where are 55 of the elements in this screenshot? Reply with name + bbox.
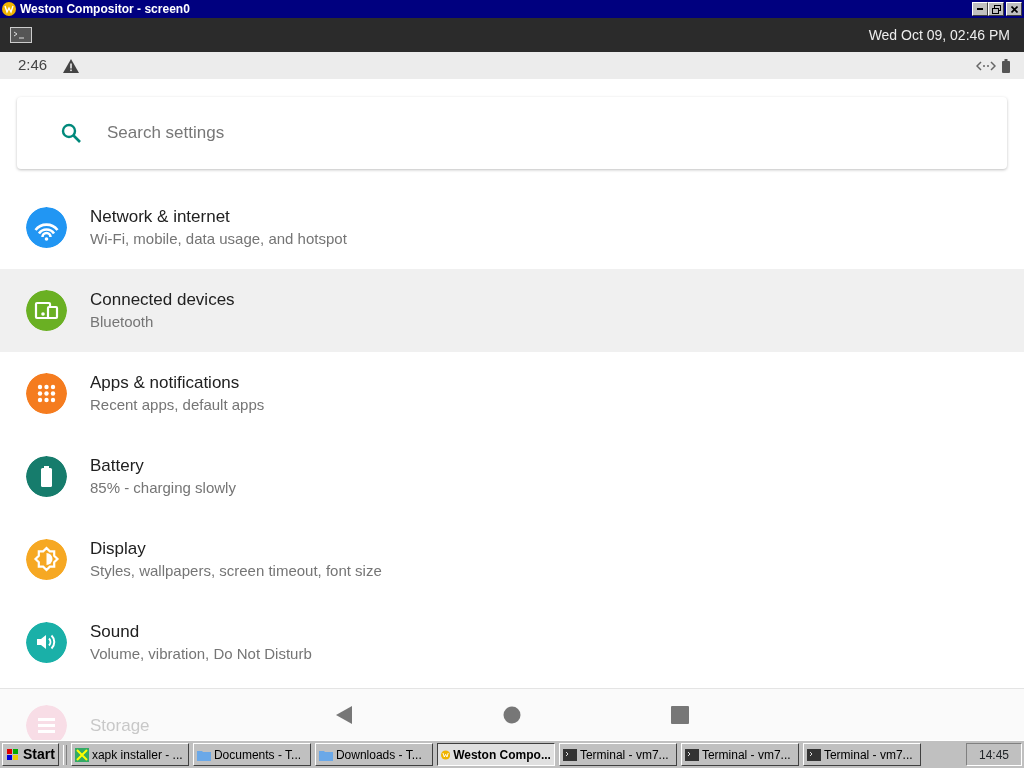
minimize-icon	[977, 8, 983, 10]
terminal-icon[interactable]	[10, 27, 32, 43]
ethernet-icon	[976, 59, 996, 72]
close-icon	[1010, 5, 1018, 13]
item-title: Connected devices	[90, 288, 235, 311]
warning-icon	[63, 58, 80, 73]
close-button[interactable]	[1006, 2, 1022, 16]
home-icon	[503, 705, 521, 724]
item-title: Battery	[90, 454, 145, 477]
back-button[interactable]	[335, 704, 353, 725]
taskbar-button[interactable]: Terminal - vm7...	[558, 743, 677, 766]
terminal-icon	[562, 747, 577, 762]
logo-icon	[6, 747, 20, 762]
search-field[interactable]: Search settings	[105, 119, 1007, 147]
taskbar-button[interactable]: Documents - T...	[192, 743, 311, 766]
item-title: Network & internet	[90, 205, 231, 228]
settings-item[interactable]: Display Styles, wallpapers, screen timeout, font size	[0, 518, 1024, 601]
restore-icon	[991, 4, 1001, 14]
item-subtitle: Volume, vibration, Do Not Disturb	[90, 643, 312, 664]
settings-item[interactable]: Apps & notifications Recent apps, default apps	[0, 352, 1024, 435]
taskbar-button[interactable]: Downloads - T...	[314, 743, 433, 766]
taskbar-button[interactable]: Terminal - vm7...	[802, 743, 921, 766]
search-icon	[61, 123, 81, 143]
settings-item[interactable]: Sound Volume, vibration, Do Not Disturb	[0, 601, 1024, 684]
recents-button[interactable]	[671, 705, 689, 724]
item-title: Apps & notifications	[90, 371, 241, 394]
restore-button[interactable]	[988, 2, 1004, 16]
window-title: Weston Compositor - screen0	[20, 1, 190, 18]
taskbar-button[interactable]: Terminal - vm7...	[680, 743, 799, 766]
settings-item[interactable]: Connected devices Bluetooth	[0, 269, 1024, 352]
battery-icon	[1002, 58, 1010, 73]
item-subtitle: Bluetooth	[90, 311, 155, 332]
settings-item[interactable]: Battery 85% - charging slowly	[0, 435, 1024, 518]
app-icon	[440, 747, 451, 762]
taskbar-button[interactable]: xapk installer - ...	[70, 743, 189, 766]
start-button[interactable]: Start	[2, 743, 59, 766]
terminal-icon	[806, 747, 821, 762]
home-button[interactable]	[503, 705, 521, 724]
item-subtitle: 85% - charging slowly	[90, 477, 236, 498]
terminal-icon	[684, 747, 699, 762]
item-subtitle: Styles, wallpapers, screen timeout, font size	[90, 560, 382, 581]
taskbar-button[interactable]: Weston Compo...	[436, 743, 555, 766]
taskbar-clock: 14:45	[965, 743, 1022, 766]
item-subtitle: Recent apps, default apps	[90, 394, 265, 415]
installer-icon	[74, 747, 89, 762]
recents-icon	[671, 705, 689, 724]
settings-item[interactable]: Network & internet Wi-Fi, mobile, data usage, and hotspot	[0, 186, 1024, 269]
status-time: 2:46	[18, 55, 48, 76]
item-title: Sound	[90, 620, 141, 643]
date-time: Wed Oct 09, 02:46 PM	[868, 25, 1010, 45]
app-icon	[2, 2, 16, 16]
back-icon	[335, 704, 353, 725]
item-title: Display	[90, 537, 147, 560]
minimize-button[interactable]	[972, 2, 988, 16]
item-subtitle: Wi-Fi, mobile, data usage, and hotspot	[90, 228, 347, 249]
